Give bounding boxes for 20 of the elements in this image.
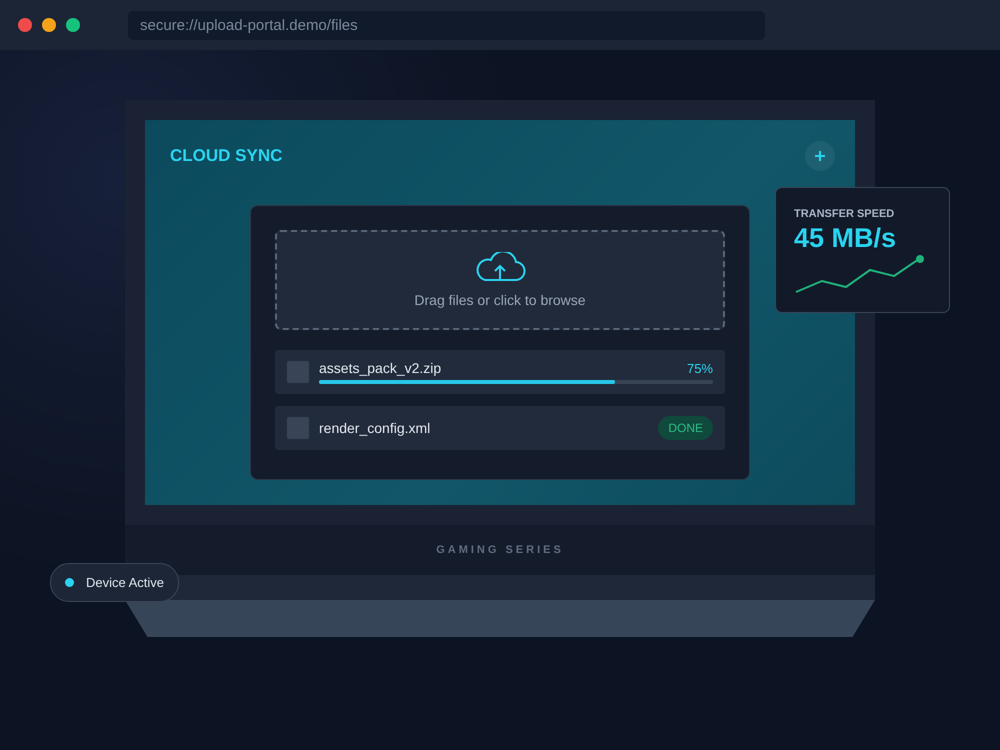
add-button[interactable] — [805, 141, 835, 171]
minimize-window-icon[interactable] — [42, 18, 56, 32]
drop-zone-hint: Drag files or click to browse — [414, 292, 586, 308]
device-status-label: Device Active — [86, 575, 164, 590]
file-name: render_config.xml — [319, 420, 430, 436]
close-window-icon[interactable] — [18, 18, 32, 32]
file-thumbnail-icon — [287, 417, 309, 439]
status-dot-icon — [65, 578, 74, 587]
file-thumbnail-icon — [287, 361, 309, 383]
speed-label: TRANSFER SPEED — [794, 208, 896, 220]
file-name: assets_pack_v2.zip — [319, 360, 442, 376]
app-title: CLOUD SYNC — [170, 146, 282, 166]
plus-icon — [814, 150, 826, 162]
progress-percent: 75% — [686, 360, 713, 376]
status-badge: DONE — [658, 416, 713, 440]
maximize-window-icon[interactable] — [66, 18, 80, 32]
address-bar[interactable]: secure://upload-portal.demo/files — [128, 10, 765, 40]
speed-value: 45 MB/s — [794, 223, 898, 254]
brand-label: GAMING SERIES — [436, 544, 564, 556]
drop-zone[interactable]: Drag files or click to browse — [275, 230, 725, 330]
